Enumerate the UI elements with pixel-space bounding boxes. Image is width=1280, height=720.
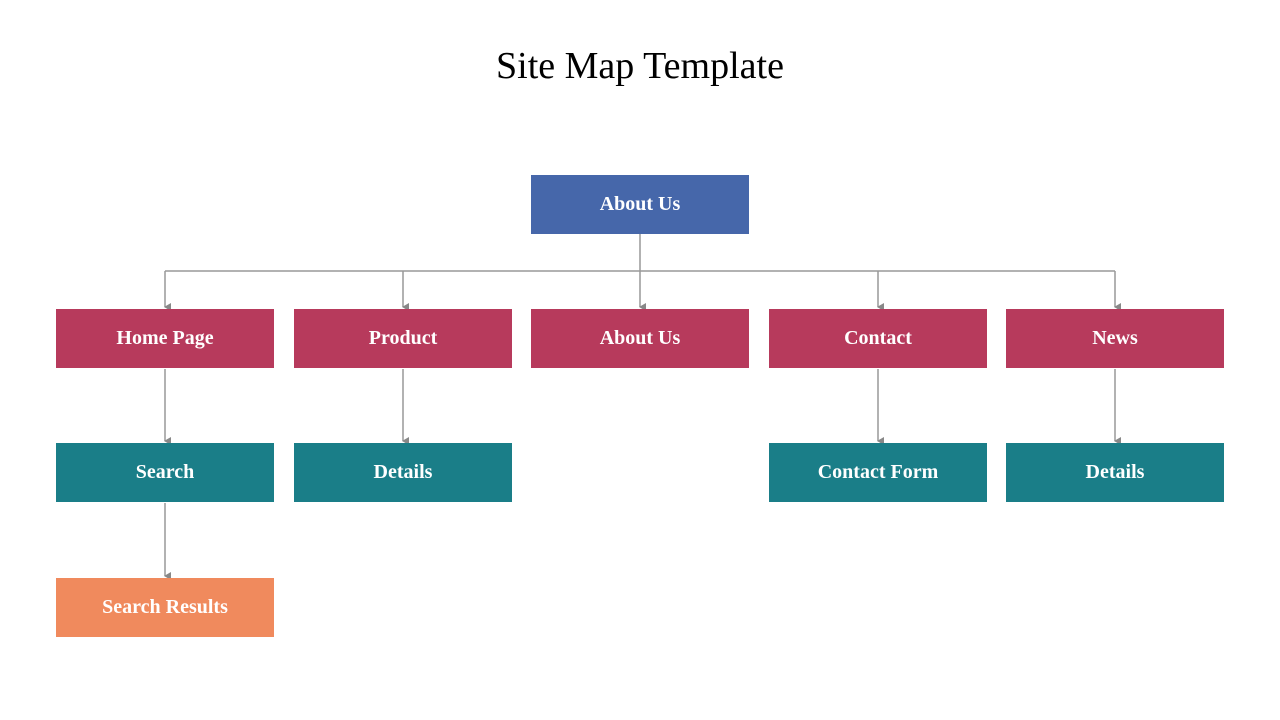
node-about-us: About Us <box>531 309 749 368</box>
node-search: Search <box>56 443 274 502</box>
node-root-about-us: About Us <box>531 175 749 234</box>
node-product-details: Details <box>294 443 512 502</box>
node-product: Product <box>294 309 512 368</box>
node-news-details: Details <box>1006 443 1224 502</box>
node-home-page: Home Page <box>56 309 274 368</box>
node-contact: Contact <box>769 309 987 368</box>
node-search-results: Search Results <box>56 578 274 637</box>
node-contact-form: Contact Form <box>769 443 987 502</box>
node-news: News <box>1006 309 1224 368</box>
